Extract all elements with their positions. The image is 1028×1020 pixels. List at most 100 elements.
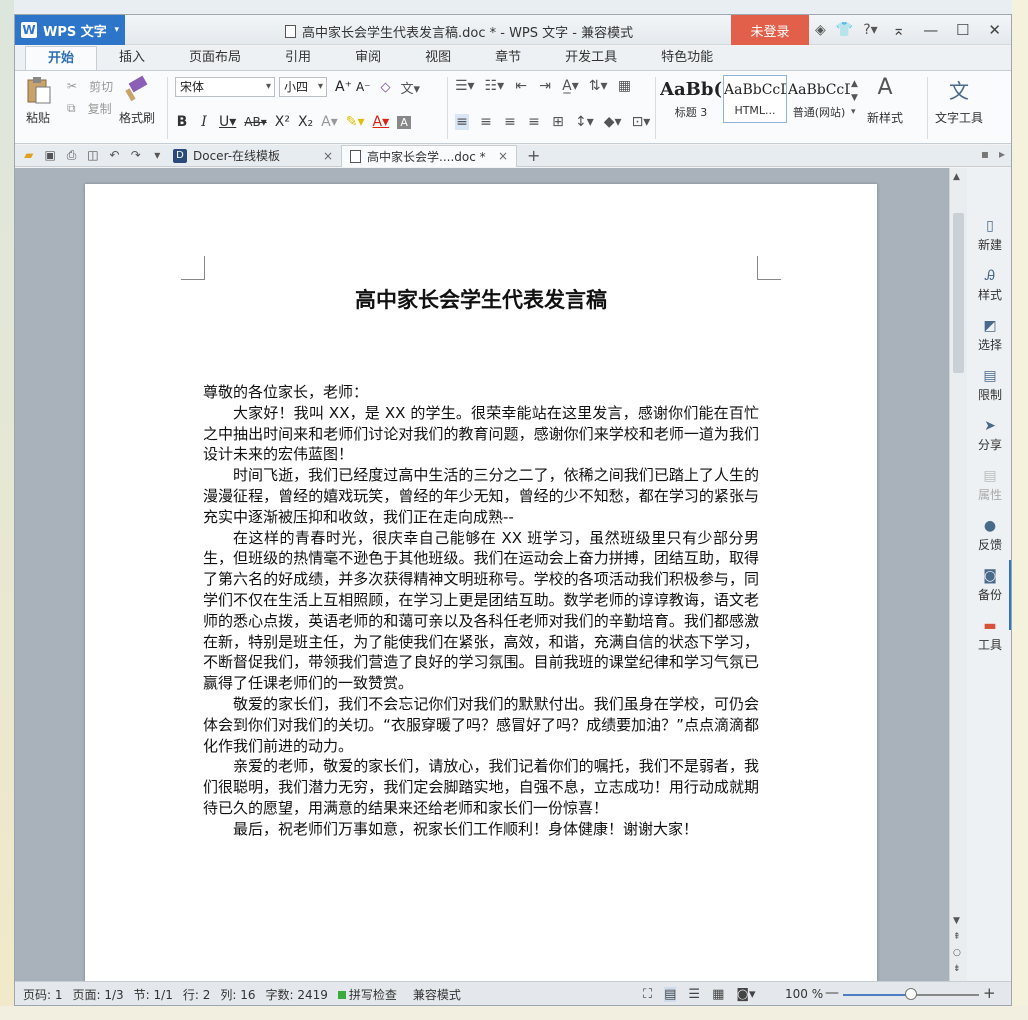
print-icon[interactable]: ⎙ — [64, 148, 79, 163]
phonetic-icon[interactable]: 文▾ — [401, 78, 421, 97]
align-right-icon[interactable]: ≡ — [503, 114, 517, 130]
side-restrict-button[interactable]: ▤ 限制 — [967, 368, 1011, 403]
increase-indent-icon[interactable]: ⇥ — [538, 78, 552, 94]
text-tools-button[interactable]: 文 文字工具 — [935, 75, 983, 126]
tab-review[interactable]: 审阅 — [333, 46, 403, 70]
document-body[interactable]: 尊敬的各位家长，老师： 大家好！我叫 XX，是 XX 的学生。很荣幸能站在这里发… — [203, 382, 759, 840]
document-page[interactable]: 高中家长会学生代表发言稿 尊敬的各位家长，老师： 大家好！我叫 XX，是 XX … — [85, 184, 877, 981]
grow-font-icon[interactable]: A⁺ — [335, 79, 352, 95]
save-icon[interactable]: ▣ — [42, 148, 57, 163]
redo-icon[interactable]: ↷ — [128, 148, 143, 163]
web-view-icon[interactable]: ▦ — [712, 987, 724, 1002]
tab-references[interactable]: 引用 — [263, 46, 333, 70]
maximize-button[interactable]: ☐ — [952, 21, 974, 39]
format-painter-button[interactable]: 格式刷 — [119, 75, 155, 126]
tab-developer[interactable]: 开发工具 — [543, 46, 639, 70]
next-page-icon[interactable]: ⇟ — [953, 964, 961, 974]
scroll-up-icon[interactable]: ▲ — [953, 172, 960, 182]
style-gallery-scroll[interactable]: ▲ ▼ ▾ — [851, 77, 858, 119]
font-size-select[interactable]: 小四 — [279, 77, 327, 97]
help-icon[interactable]: ?▾ — [863, 22, 877, 38]
justify-icon[interactable]: ≡ — [527, 114, 541, 130]
text-effect-icon[interactable]: A▾ — [321, 114, 338, 130]
align-left-icon[interactable]: ≡ — [455, 114, 469, 130]
side-properties-button[interactable]: ▤ 属性 — [967, 468, 1011, 503]
numbered-list-icon[interactable]: ☷▾ — [485, 78, 505, 94]
close-icon[interactable]: × — [323, 149, 333, 163]
skin-icon[interactable]: ◈ — [815, 22, 826, 38]
minimize-button[interactable]: — — [920, 21, 942, 39]
font-color-icon[interactable]: A▾ — [373, 114, 390, 130]
font-name-select[interactable]: 宋体 — [175, 77, 275, 97]
new-style-button[interactable]: A 新样式 — [867, 75, 903, 126]
distribute-icon[interactable]: ⊞ — [551, 114, 565, 130]
select-browse-object-icon[interactable]: ○ — [953, 948, 961, 958]
side-feedback-button[interactable]: ● 反馈 — [967, 518, 1011, 553]
side-backup-button[interactable]: ◙ 备份 — [967, 568, 1011, 603]
side-tools-button[interactable]: ▬ 工具 — [967, 618, 1011, 653]
align-center-icon[interactable]: ≡ — [479, 114, 493, 130]
cut-button[interactable]: ✂ 剪切 — [67, 75, 113, 97]
shading-icon[interactable]: ◆▾ — [604, 114, 622, 130]
new-tab-icon[interactable]: + — [527, 146, 540, 165]
side-style-button[interactable]: Ꭿ 样式 — [967, 268, 1011, 303]
undo-icon[interactable]: ↶ — [107, 148, 122, 163]
doc-tab-docer[interactable]: D Docer-在线模板 × — [165, 145, 341, 167]
tab-section[interactable]: 章节 — [473, 46, 543, 70]
collapse-ribbon-icon[interactable]: ⌅ — [888, 21, 910, 39]
highlight-icon[interactable]: ✎▾ — [346, 114, 365, 130]
side-share-button[interactable]: ➤ 分享 — [967, 418, 1011, 453]
scrollbar-thumb[interactable] — [953, 213, 964, 373]
open-folder-icon[interactable]: ▰ — [21, 148, 36, 163]
shrink-font-icon[interactable]: A⁻ — [356, 80, 371, 94]
bold-icon[interactable]: B — [175, 114, 189, 130]
sort-icon[interactable]: ⇅▾ — [589, 78, 608, 94]
style-normal-web[interactable]: AaBbCcD 普通(网站) — [787, 75, 851, 123]
scroll-down-icon[interactable]: ▼ — [953, 916, 960, 926]
spell-check-toggle[interactable]: 拼写检查 — [337, 986, 397, 1003]
border-icon[interactable]: ⊡▾ — [632, 114, 651, 130]
reading-view-icon[interactable]: ◙▾ — [736, 987, 755, 1002]
tab-list-icon[interactable]: ▪ — [981, 147, 989, 161]
strikethrough-icon[interactable]: AB▾ — [244, 115, 266, 129]
doc-tab-current[interactable]: 高中家长会学....doc * × — [341, 144, 517, 167]
copy-button[interactable]: ⧉ 复制 — [67, 97, 113, 119]
customize-toolbar-icon[interactable]: ▾ — [150, 148, 165, 163]
zoom-level[interactable]: 100 % — [785, 987, 823, 1001]
chinese-layout-icon[interactable]: A̲▾ — [562, 78, 579, 94]
print-preview-icon[interactable]: ◫ — [85, 148, 100, 163]
close-icon[interactable]: × — [498, 149, 508, 163]
tab-home[interactable]: 开始 — [25, 46, 98, 70]
tab-features[interactable]: 特色功能 — [639, 46, 735, 70]
char-shading-icon[interactable]: A — [397, 115, 412, 129]
side-new-button[interactable]: ▯ 新建 — [967, 218, 1011, 253]
tab-page-layout[interactable]: 页面布局 — [167, 46, 263, 70]
subscript-icon[interactable]: X₂ — [298, 114, 313, 130]
outline-view-icon[interactable]: ☰ — [688, 987, 700, 1002]
page-view-icon[interactable]: ▤ — [664, 987, 677, 1002]
italic-icon[interactable]: I — [197, 114, 211, 130]
shirt-icon[interactable]: 👕 — [836, 22, 853, 38]
style-html[interactable]: AaBbCcD HTML... — [723, 75, 787, 123]
close-button[interactable]: ✕ — [984, 21, 1006, 39]
full-screen-icon[interactable]: ⛶ — [643, 987, 652, 1002]
clear-format-icon[interactable]: ◇ — [381, 80, 391, 95]
tab-view[interactable]: 视图 — [403, 46, 473, 70]
decrease-indent-icon[interactable]: ⇤ — [514, 78, 528, 94]
zoom-in-icon[interactable]: + — [983, 984, 996, 1002]
paste-button[interactable]: 粘贴 — [23, 75, 53, 126]
previous-page-icon[interactable]: ⇞ — [953, 932, 961, 942]
zoom-slider[interactable] — [843, 988, 979, 1000]
zoom-slider-handle[interactable] — [905, 988, 917, 1000]
status-pages[interactable]: 页面: 1/3 — [73, 986, 124, 1003]
underline-icon[interactable]: U▾ — [219, 114, 236, 130]
bullet-list-icon[interactable]: ☰▾ — [455, 78, 475, 94]
status-word-count[interactable]: 字数: 2419 — [265, 986, 327, 1003]
superscript-icon[interactable]: X² — [275, 114, 290, 130]
line-spacing-icon[interactable]: ↕▾ — [575, 114, 594, 130]
app-menu-button[interactable]: W WPS 文字 ▾ — [15, 15, 125, 45]
login-button[interactable]: 未登录 — [731, 15, 809, 45]
tab-insert[interactable]: 插入 — [97, 46, 167, 70]
vertical-scrollbar[interactable]: ▲ ▼ ⇞ ○ ⇟ — [949, 168, 967, 981]
style-heading3[interactable]: AaBb( 标题 3 — [659, 75, 723, 123]
